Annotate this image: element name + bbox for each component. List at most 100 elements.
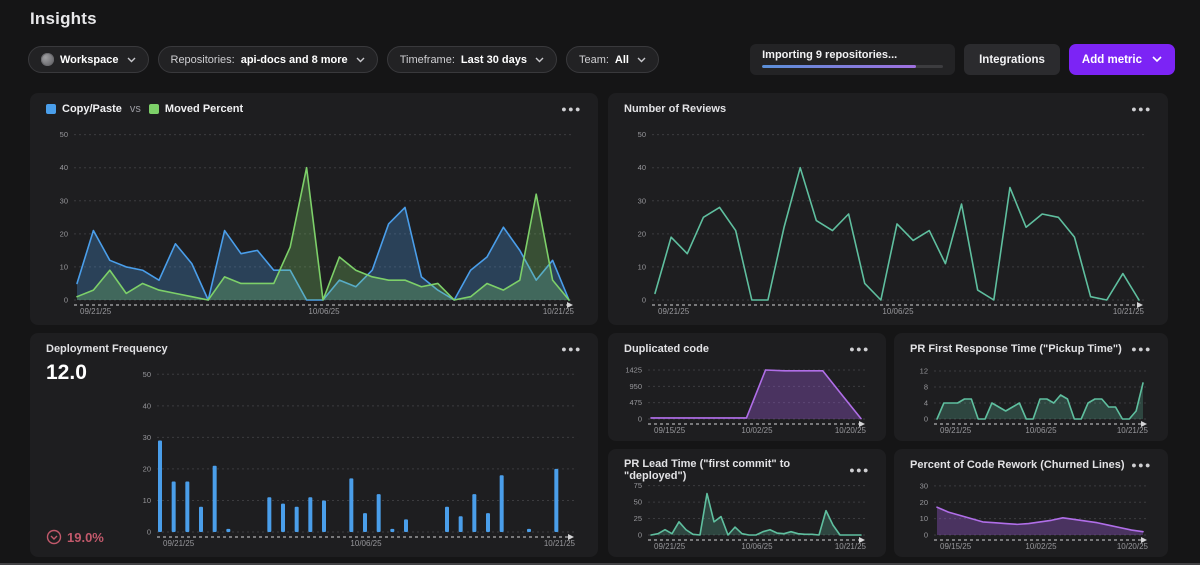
svg-text:4: 4 — [924, 399, 928, 408]
svg-text:950: 950 — [629, 382, 642, 391]
svg-text:10/21/25: 10/21/25 — [1117, 426, 1149, 435]
panel-title: Number of Reviews — [624, 103, 726, 115]
import-progress-box: Importing 9 repositories... — [750, 44, 955, 75]
panel-menu-button[interactable]: ●●● — [1131, 458, 1152, 472]
repositories-filter[interactable]: Repositories: api-docs and 8 more — [158, 46, 378, 73]
deployment-delta: 19.0% — [46, 529, 118, 545]
svg-text:30: 30 — [60, 196, 68, 205]
panel-copy-paste-vs-moved: Copy/Paste vs Moved Percent ●●● 01020304… — [30, 93, 598, 325]
panel-percent-code-rework: Percent of Code Rework (Churned Lines) ●… — [894, 449, 1168, 557]
svg-text:10/06/25: 10/06/25 — [882, 307, 914, 316]
filter-row: Workspace Repositories: api-docs and 8 m… — [28, 46, 659, 73]
svg-text:10/21/25: 10/21/25 — [543, 307, 575, 316]
panel-title: Deployment Frequency — [46, 343, 168, 355]
panel-duplicated-code: Duplicated code ●●● 0 475 950 1425 09/15/25 1… — [608, 333, 886, 441]
panel-pr-first-response-time: PR First Response Time ("Pickup Time") ●… — [894, 333, 1168, 441]
toolbar: Importing 9 repositories... Integrations… — [750, 44, 1175, 75]
svg-text:20: 20 — [920, 498, 928, 507]
svg-text:475: 475 — [629, 398, 642, 407]
timeframe-filter-prefix: Timeframe: — [400, 54, 455, 66]
svg-text:40: 40 — [638, 163, 646, 172]
repositories-filter-prefix: Repositories: — [171, 54, 235, 66]
chevron-down-icon — [1152, 56, 1162, 63]
workspace-filter-label: Workspace — [60, 54, 119, 66]
chart-copy-paste-vs-moved: 0102030405009/21/2510/06/2510/21/25 — [42, 121, 586, 317]
svg-text:50: 50 — [60, 130, 68, 139]
svg-text:0: 0 — [147, 528, 151, 537]
chart-pr-lead-time: 025507509/21/2510/06/2510/21/25 — [616, 474, 878, 552]
svg-text:0: 0 — [924, 531, 928, 540]
svg-text:10/02/25: 10/02/25 — [1025, 542, 1057, 551]
chevron-down-icon — [127, 57, 136, 63]
svg-text:10/20/25: 10/20/25 — [1117, 542, 1149, 551]
svg-text:10/20/25: 10/20/25 — [835, 426, 867, 435]
chevron-down-icon — [637, 57, 646, 63]
team-filter[interactable]: Team: All — [566, 46, 659, 73]
chevron-down-icon — [356, 57, 365, 63]
svg-text:20: 20 — [638, 229, 646, 238]
panel-pr-lead-time: PR Lead Time ("first commit" to "deploye… — [608, 449, 886, 557]
chevron-down-icon — [535, 57, 544, 63]
timeframe-filter[interactable]: Timeframe: Last 30 days — [387, 46, 557, 73]
svg-text:20: 20 — [143, 464, 151, 473]
legend-label-moved-percent: Moved Percent — [165, 103, 243, 115]
svg-text:10/21/25: 10/21/25 — [544, 539, 576, 548]
svg-text:10/21/25: 10/21/25 — [1113, 307, 1145, 316]
integrations-button[interactable]: Integrations — [964, 44, 1060, 75]
add-metric-button[interactable]: Add metric — [1069, 44, 1175, 75]
svg-text:10: 10 — [638, 262, 646, 271]
svg-text:50: 50 — [638, 130, 646, 139]
svg-text:50: 50 — [143, 370, 151, 379]
svg-text:10/02/25: 10/02/25 — [741, 426, 773, 435]
panel-title: Duplicated code — [624, 343, 709, 355]
import-progress-label: Importing 9 repositories... — [762, 49, 943, 61]
svg-text:10: 10 — [60, 262, 68, 271]
svg-text:10/21/25: 10/21/25 — [835, 542, 867, 551]
chart-legend: Copy/Paste vs Moved Percent — [46, 103, 243, 115]
svg-text:40: 40 — [143, 401, 151, 410]
panel-title: Percent of Code Rework (Churned Lines) — [910, 459, 1125, 471]
workspace-filter[interactable]: Workspace — [28, 46, 149, 73]
svg-text:0: 0 — [638, 415, 642, 424]
panel-number-of-reviews: Number of Reviews ●●● 0102030405009/21/2… — [608, 93, 1168, 325]
integrations-button-label: Integrations — [979, 54, 1045, 66]
panel-deployment-frequency: Deployment Frequency ●●● 12.0 19.0% 0 10 2… — [30, 333, 598, 557]
repositories-filter-value: api-docs and 8 more — [241, 54, 348, 66]
panel-title: PR First Response Time ("Pickup Time") — [910, 343, 1122, 355]
chart-deployment-frequency: 0102030405009/21/2510/06/2510/21/25 — [125, 361, 587, 549]
add-metric-button-label: Add metric — [1082, 54, 1142, 66]
legend-swatch-moved-percent — [149, 104, 159, 114]
page-title: Insights — [30, 9, 97, 29]
svg-text:40: 40 — [60, 163, 68, 172]
timeframe-filter-value: Last 30 days — [461, 54, 527, 66]
workspace-avatar-icon — [41, 53, 54, 66]
import-progress-track — [762, 65, 943, 68]
svg-text:09/15/25: 09/15/25 — [940, 542, 972, 551]
panel-menu-button[interactable]: ●●● — [1131, 102, 1152, 116]
svg-text:10/06/25: 10/06/25 — [350, 539, 382, 548]
panel-menu-button[interactable]: ●●● — [1131, 342, 1152, 356]
svg-text:10: 10 — [143, 496, 151, 505]
chart-pr-first-response-time: 0481209/21/2510/06/2510/21/25 — [902, 358, 1160, 436]
legend-vs-label: vs — [130, 103, 141, 115]
legend-label-copy-paste: Copy/Paste — [62, 103, 122, 115]
svg-text:09/21/25: 09/21/25 — [80, 307, 112, 316]
panel-menu-button[interactable]: ●●● — [849, 342, 870, 356]
svg-text:10/06/25: 10/06/25 — [1025, 426, 1057, 435]
deployment-delta-value: 19.0% — [67, 530, 104, 545]
svg-text:09/21/25: 09/21/25 — [940, 426, 972, 435]
svg-text:09/21/25: 09/21/25 — [654, 542, 686, 551]
svg-text:1425: 1425 — [625, 365, 642, 374]
chart-percent-code-rework: 0 10 20 30 09/15/25 10/02/25 10/20/25 — [902, 474, 1160, 552]
panel-menu-button[interactable]: ●●● — [561, 342, 582, 356]
svg-text:12: 12 — [920, 367, 928, 376]
svg-text:09/15/25: 09/15/25 — [654, 426, 686, 435]
panel-menu-button[interactable]: ●●● — [561, 102, 582, 116]
svg-text:10/06/25: 10/06/25 — [741, 542, 773, 551]
svg-text:10: 10 — [920, 514, 928, 523]
team-filter-value: All — [615, 54, 629, 66]
svg-text:30: 30 — [920, 481, 928, 490]
deployment-frequency-value: 12.0 — [46, 361, 118, 385]
chart-duplicated-code: 0 475 950 1425 09/15/25 10/02/25 10/20/25 — [616, 358, 878, 436]
circle-chevron-down-icon — [46, 529, 62, 545]
